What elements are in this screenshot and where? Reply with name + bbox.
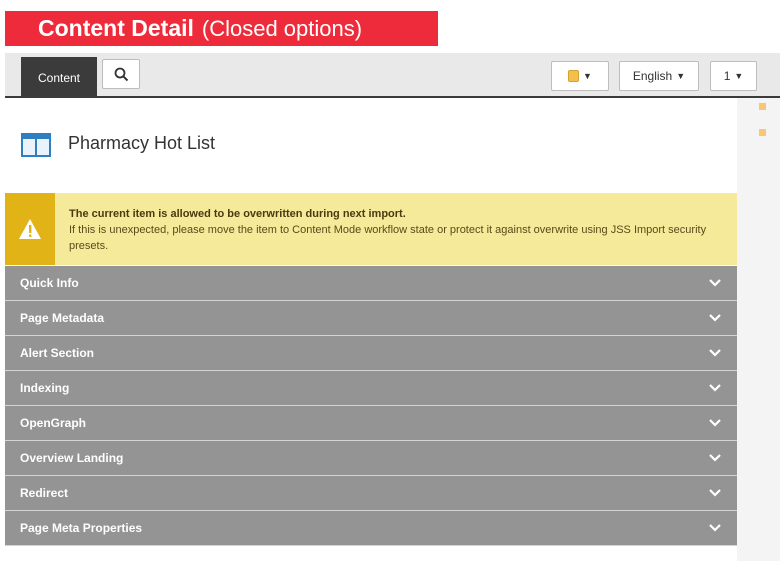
search-icon: [114, 67, 128, 81]
annotation-banner: Content Detail (Closed options): [5, 11, 438, 46]
section-label: Page Meta Properties: [20, 521, 143, 535]
section-label: Quick Info: [20, 276, 79, 290]
language-selector[interactable]: English ▼: [619, 61, 699, 91]
tab-content[interactable]: Content: [21, 57, 97, 98]
banner-title: Content Detail: [38, 15, 194, 41]
section-quick-info[interactable]: Quick Info: [5, 266, 737, 301]
section-label: OpenGraph: [20, 416, 87, 430]
database-icon: [568, 70, 580, 82]
section-label: Page Metadata: [20, 311, 105, 325]
template-icon: [21, 133, 51, 157]
editor-toolbar: Content ▼ English ▼ 1 ▼: [5, 53, 780, 98]
chevron-down-icon: [709, 454, 721, 462]
database-selector[interactable]: ▼: [551, 61, 609, 91]
chevron-down-icon: [709, 349, 721, 357]
chevron-down-icon: [709, 279, 721, 287]
warning-icon: [19, 219, 41, 239]
warning-body: If this is unexpected, please move the i…: [69, 224, 707, 252]
section-opengraph[interactable]: OpenGraph: [5, 406, 737, 441]
validation-marker[interactable]: [759, 103, 766, 110]
chevron-down-icon: ▼: [583, 71, 592, 81]
validation-marker[interactable]: [759, 129, 766, 136]
section-overview-landing[interactable]: Overview Landing: [5, 441, 737, 476]
field-sections: Quick Info Page Metadata Alert Section I…: [5, 266, 737, 546]
section-label: Indexing: [20, 381, 70, 395]
chevron-down-icon: [709, 419, 721, 427]
chevron-down-icon: ▼: [676, 71, 686, 81]
right-gutter: [737, 98, 780, 561]
chevron-down-icon: [709, 524, 721, 532]
overwrite-warning: The current item is allowed to be overwr…: [5, 193, 737, 265]
chevron-down-icon: [709, 384, 721, 392]
version-label: 1: [723, 69, 731, 83]
section-label: Redirect: [20, 486, 69, 500]
search-button[interactable]: [102, 59, 140, 89]
section-page-metadata[interactable]: Page Metadata: [5, 301, 737, 336]
section-page-meta-properties[interactable]: Page Meta Properties: [5, 511, 737, 546]
version-selector[interactable]: 1 ▼: [710, 61, 757, 91]
chevron-down-icon: [709, 314, 721, 322]
section-indexing[interactable]: Indexing: [5, 371, 737, 406]
chevron-down-icon: [709, 489, 721, 497]
warning-icon-panel: [5, 193, 55, 265]
chevron-down-icon: ▼: [734, 71, 744, 81]
page-title: Pharmacy Hot List: [68, 133, 216, 153]
banner-subtitle: (Closed options): [201, 15, 363, 41]
section-redirect[interactable]: Redirect: [5, 476, 737, 511]
warning-title: The current item is allowed to be overwr…: [69, 208, 406, 220]
section-alert-section[interactable]: Alert Section: [5, 336, 737, 371]
section-label: Overview Landing: [20, 451, 124, 465]
section-label: Alert Section: [20, 346, 95, 360]
language-label: English: [632, 69, 673, 83]
